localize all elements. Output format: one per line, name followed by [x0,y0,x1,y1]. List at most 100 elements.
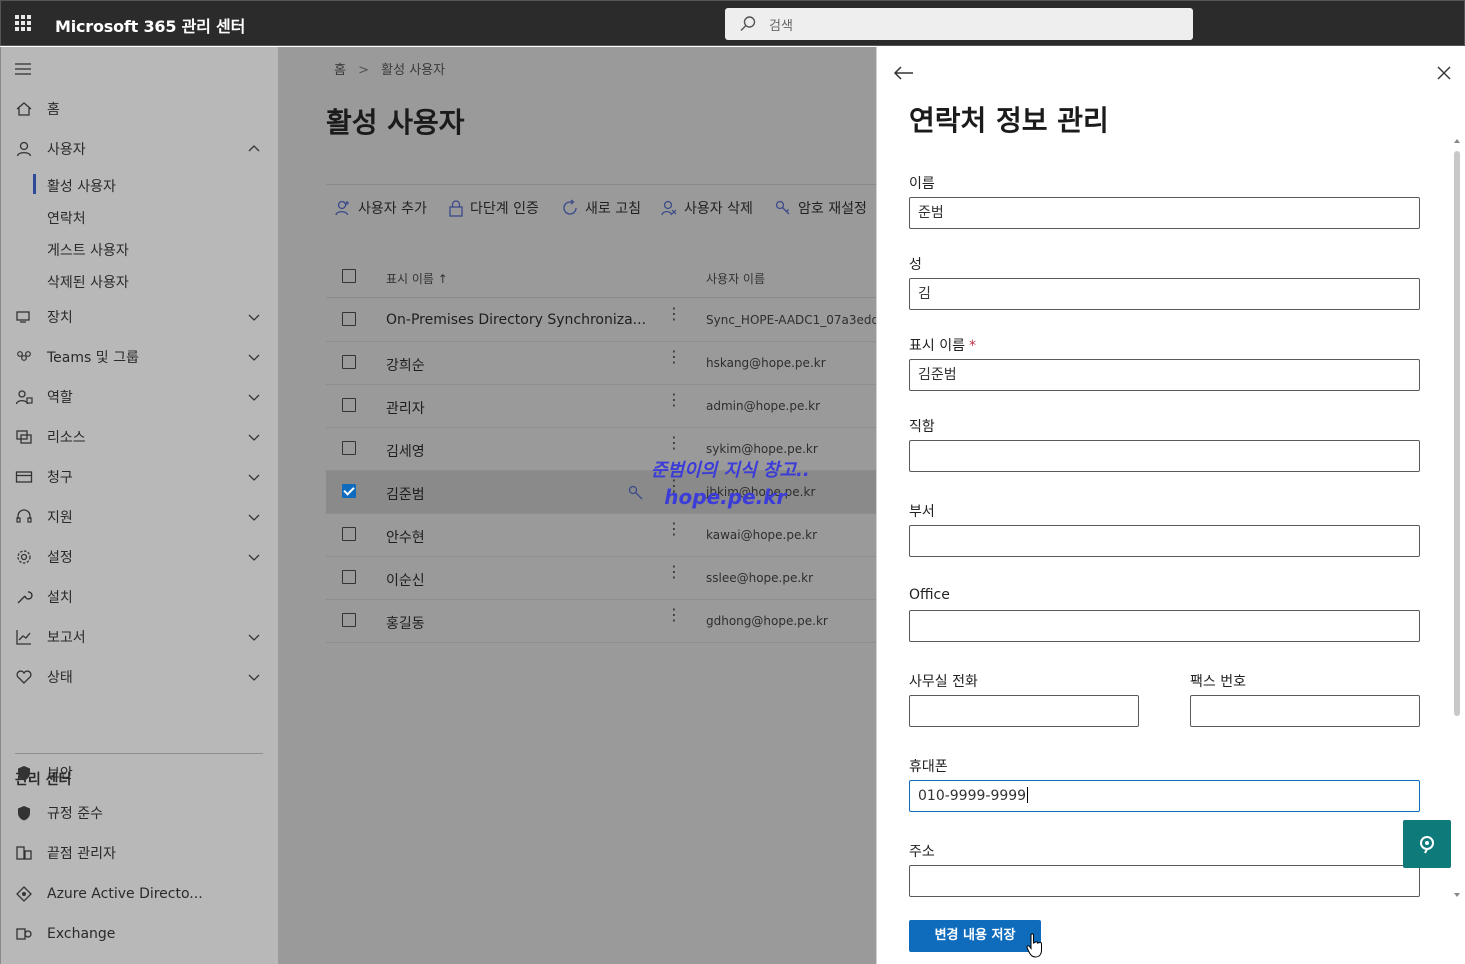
nav-item-compliance[interactable]: 규정 준수 [1,795,279,831]
row-checkbox[interactable] [342,570,356,584]
nav-item-endpoint-manager[interactable]: 끝점 관리자 [1,835,279,871]
shield-icon [18,766,30,781]
chevron-up-icon[interactable] [247,142,261,156]
delete-user-button[interactable]: 사용자 삭제 [660,198,753,218]
row-display-name[interactable]: 이순신 [386,570,425,590]
row-display-name[interactable]: 홍길동 [386,613,425,633]
scrollbar-thumb[interactable] [1454,151,1460,716]
row-checkbox[interactable] [342,527,356,541]
table-header: 표시 이름 ↑ 사용자 이름 [326,256,876,298]
address-field[interactable] [909,865,1420,897]
nav-item-roles[interactable]: 역할 [1,379,279,415]
more-options-icon[interactable]: ⋮ [666,306,682,322]
sidebar-item-active-users[interactable]: 활성 사용자 [33,174,116,196]
first-name-field[interactable]: 준범 [909,197,1420,229]
app-title[interactable]: Microsoft 365 관리 센터 [55,13,245,37]
refresh-button[interactable]: 새로 고침 [561,198,641,218]
more-options-icon[interactable]: ⋮ [666,521,682,537]
table-row[interactable]: 관리자 ⋮ admin@hope.pe.kr [326,385,876,428]
sidebar-item-contacts[interactable]: 연락처 [47,208,86,228]
more-options-icon[interactable]: ⋮ [666,435,682,451]
office-field[interactable] [909,610,1420,642]
nav-item-billing[interactable]: 청구 [1,459,279,495]
table-row[interactable]: 홍길동 ⋮ gdhong@hope.pe.kr [326,600,876,643]
more-options-icon[interactable]: ⋮ [666,392,682,408]
nav-item-health[interactable]: 상태 [1,659,279,695]
chevron-down-icon[interactable] [247,350,261,364]
mfa-button[interactable]: 다단계 인증 [448,198,539,218]
row-display-name[interactable]: 안수현 [386,527,425,547]
more-options-icon[interactable]: ⋮ [666,564,682,580]
row-display-name[interactable]: 강희순 [386,355,425,375]
nav-item-resources[interactable]: 리소스 [1,419,279,455]
nav-item-home[interactable]: 홈 [1,91,279,127]
app-launcher-icon[interactable] [15,15,31,31]
breadcrumb-home[interactable]: 홈 [334,63,346,78]
chevron-down-icon[interactable] [247,390,261,404]
row-display-name[interactable]: 김세영 [386,441,425,461]
row-display-name[interactable]: 관리자 [386,398,425,418]
back-arrow-icon[interactable] [893,65,915,81]
fax-field[interactable] [1190,695,1420,727]
nav-item-azure-ad[interactable]: Azure Active Directo... [1,876,279,912]
help-button[interactable] [1403,820,1451,868]
refresh-label: 새로 고침 [585,201,641,217]
scroll-down-icon[interactable] [1453,891,1461,899]
nav-label: 규정 준수 [47,806,103,822]
department-field[interactable] [909,525,1420,557]
headset-icon [16,509,32,523]
chevron-down-icon[interactable] [247,670,261,684]
table-row[interactable]: 이순신 ⋮ sslee@hope.pe.kr [326,557,876,600]
nav-item-reports[interactable]: 보고서 [1,619,279,655]
sidebar-item-deleted-users[interactable]: 삭제된 사용자 [47,272,129,292]
watermark: 준범이의 지식 창고.. hope.pe.kr [651,458,810,510]
table-row[interactable]: On-Premises Directory Synchroniza... ⋮ S… [326,299,894,342]
chevron-down-icon[interactable] [247,510,261,524]
last-name-field[interactable]: 김 [909,278,1420,310]
more-options-icon[interactable]: ⋮ [666,607,682,623]
chevron-down-icon[interactable] [247,630,261,644]
table-row[interactable]: 안수현 ⋮ kawai@hope.pe.kr [326,514,876,557]
nav-item-security[interactable]: 보안 [1,755,279,791]
select-all-checkbox[interactable] [342,269,356,283]
row-checkbox[interactable] [342,312,356,326]
row-checkbox[interactable] [342,398,356,412]
chevron-down-icon[interactable] [247,430,261,444]
row-checkbox-checked[interactable] [342,484,356,498]
mobile-field[interactable]: 010-9999-9999 [909,780,1420,812]
chevron-down-icon[interactable] [247,470,261,484]
home-icon [16,102,32,116]
table-row[interactable]: 강희순 ⋮ hskang@hope.pe.kr [326,342,876,385]
nav-collapse-button[interactable] [1,51,279,87]
more-options-icon[interactable]: ⋮ [666,349,682,365]
search-box[interactable]: 검색 [725,8,1193,40]
reset-password-button[interactable]: 암호 재설정 [774,198,876,218]
nav-item-settings[interactable]: 설정 [1,539,279,575]
row-display-name[interactable]: 김준범 [386,484,425,504]
display-name-field[interactable]: 김준범 [909,359,1420,391]
nav-item-teams-groups[interactable]: Teams 및 그룹 [1,339,279,375]
nav-item-exchange[interactable]: Exchange [1,916,279,952]
row-display-name[interactable]: On-Premises Directory Synchroniza... [386,312,646,328]
nav-item-devices[interactable]: 장치 [1,299,279,335]
nav-item-setup[interactable]: 설치 [1,579,279,615]
office-phone-field[interactable] [909,695,1139,727]
nav-label: 보안 [47,766,73,782]
nav-item-support[interactable]: 지원 [1,499,279,535]
row-checkbox[interactable] [342,355,356,369]
nav-item-users[interactable]: 사용자 [1,131,279,167]
chevron-down-icon[interactable] [247,310,261,324]
address-label: 주소 [909,844,935,860]
page-title: 활성 사용자 [326,106,465,139]
column-display-name[interactable]: 표시 이름 ↑ [386,270,448,287]
row-checkbox[interactable] [342,441,356,455]
row-checkbox[interactable] [342,613,356,627]
save-changes-button[interactable]: 변경 내용 저장 [909,920,1041,952]
sidebar-item-guest-users[interactable]: 게스트 사용자 [47,240,129,260]
scroll-up-icon[interactable] [1453,137,1461,145]
column-user-name[interactable]: 사용자 이름 [706,270,765,287]
chevron-down-icon[interactable] [247,550,261,564]
job-title-field[interactable] [909,440,1420,472]
close-icon[interactable] [1437,66,1451,80]
add-user-button[interactable]: 사용자 추가 [334,198,427,218]
